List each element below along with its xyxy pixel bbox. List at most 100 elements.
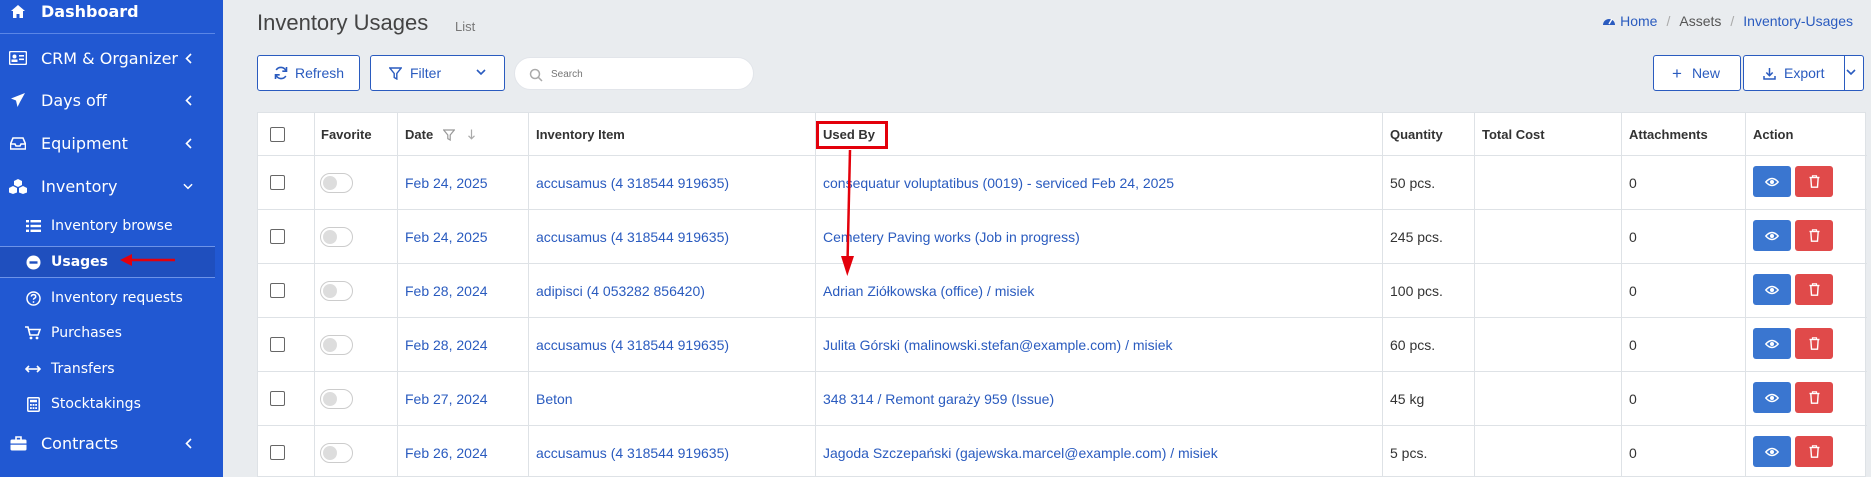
sidebar-subitem-label: Inventory browse — [51, 218, 173, 234]
delete-button[interactable] — [1795, 166, 1833, 197]
row-date[interactable]: Feb 26, 2024 — [405, 426, 488, 477]
sidebar-item-inventory[interactable]: Inventory — [0, 166, 215, 206]
sidebar-item-dashboard[interactable]: Dashboard — [0, 0, 215, 28]
sidebar-item-equipment[interactable]: Equipment — [0, 123, 215, 163]
favorite-toggle[interactable] — [320, 227, 353, 247]
trash-icon — [1809, 337, 1820, 350]
question-circle-icon — [24, 289, 42, 307]
column-header-total-cost[interactable]: Total Cost — [1482, 113, 1545, 156]
favorite-toggle[interactable] — [320, 335, 353, 355]
row-checkbox[interactable] — [270, 175, 285, 190]
row-checkbox[interactable] — [270, 337, 285, 352]
eye-icon — [1765, 231, 1779, 241]
sidebar-divider — [0, 33, 215, 34]
column-header-date[interactable]: Date — [405, 113, 476, 156]
column-header-favorite[interactable]: Favorite — [321, 113, 372, 156]
breadcrumb: Home / Assets / Inventory-Usages — [1602, 13, 1853, 29]
row-checkbox[interactable] — [270, 229, 285, 244]
sidebar-item-days-off[interactable]: Days off — [0, 80, 215, 120]
row-quantity: 45 kg — [1390, 391, 1425, 407]
breadcrumb-inventory-usages[interactable]: Inventory-Usages — [1743, 13, 1853, 29]
row-inventory-item[interactable]: accusamus (4 318544 919635) — [536, 426, 729, 477]
refresh-button[interactable]: Refresh — [257, 55, 360, 91]
row-checkbox[interactable] — [270, 391, 285, 406]
row-quantity: 245 pcs. — [1390, 229, 1443, 245]
row-used-by[interactable]: Julita Górski (malinowski.stefan@example… — [823, 318, 1173, 372]
row-used-by[interactable]: 348 314 / Remont garaży 959 (Issue) — [823, 372, 1054, 426]
favorite-toggle[interactable] — [320, 389, 353, 409]
calculator-icon — [24, 395, 42, 413]
export-button[interactable]: Export — [1743, 55, 1864, 91]
view-button[interactable] — [1753, 220, 1791, 251]
sidebar-item-label: Dashboard — [41, 1, 139, 21]
row-inventory-item[interactable]: accusamus (4 318544 919635) — [536, 210, 729, 264]
filter-icon[interactable] — [443, 128, 456, 141]
select-all-checkbox[interactable] — [270, 127, 285, 142]
sort-down-icon[interactable] — [467, 129, 476, 140]
export-button-label: Export — [1784, 65, 1825, 81]
view-button[interactable] — [1753, 382, 1791, 413]
delete-button[interactable] — [1795, 328, 1833, 359]
sidebar-item-label: Contracts — [41, 433, 119, 453]
search-box[interactable] — [514, 57, 754, 90]
table-row: Feb 24, 2025 accusamus (4 318544 919635) c… — [258, 156, 1867, 210]
view-button[interactable] — [1753, 166, 1791, 197]
sidebar-item-label: Days off — [41, 90, 107, 110]
delete-button[interactable] — [1795, 436, 1833, 467]
new-button[interactable]: + New — [1653, 55, 1741, 91]
view-button[interactable] — [1753, 274, 1791, 305]
annotation-arrow-used-by — [841, 150, 854, 276]
sidebar-item-contracts[interactable]: Contracts — [0, 423, 215, 463]
row-date[interactable]: Feb 24, 2025 — [405, 210, 488, 264]
row-checkbox[interactable] — [270, 283, 285, 298]
sidebar-subitem-inventory-browse[interactable]: Inventory browse — [0, 210, 215, 242]
column-header-quantity[interactable]: Quantity — [1390, 113, 1443, 156]
sidebar-subitem-stocktakings[interactable]: Stocktakings — [0, 388, 215, 420]
table-row: Feb 24, 2025 accusamus (4 318544 919635) C… — [258, 210, 1867, 264]
favorite-toggle[interactable] — [320, 173, 353, 193]
sidebar-subitem-usages[interactable]: Usages — [0, 246, 215, 278]
sidebar-subitem-transfers[interactable]: Transfers — [0, 353, 215, 385]
row-inventory-item[interactable]: Beton — [536, 372, 573, 426]
view-button[interactable] — [1753, 328, 1791, 359]
filter-button[interactable]: Filter — [370, 55, 505, 91]
row-used-by[interactable]: consequatur voluptatibus (0019) - servic… — [823, 156, 1174, 210]
tray-icon — [8, 133, 28, 153]
row-date[interactable]: Feb 27, 2024 — [405, 372, 488, 426]
chevron-down-icon[interactable] — [1846, 69, 1856, 76]
trash-icon — [1809, 283, 1820, 296]
row-checkbox[interactable] — [270, 445, 285, 460]
filter-icon — [388, 66, 402, 80]
delete-button[interactable] — [1795, 382, 1833, 413]
delete-button[interactable] — [1795, 220, 1833, 251]
breadcrumb-home[interactable]: Home — [1620, 13, 1657, 29]
favorite-toggle[interactable] — [320, 281, 353, 301]
row-quantity: 5 pcs. — [1390, 445, 1428, 461]
delete-button[interactable] — [1795, 274, 1833, 305]
column-header-attachments[interactable]: Attachments — [1629, 113, 1708, 156]
search-icon — [529, 67, 543, 82]
row-date[interactable]: Feb 28, 2024 — [405, 318, 488, 372]
eye-icon — [1765, 393, 1779, 403]
row-date[interactable]: Feb 24, 2025 — [405, 156, 488, 210]
sidebar-subitem-purchases[interactable]: Purchases — [0, 317, 215, 349]
split-divider — [1844, 56, 1845, 90]
eye-icon — [1765, 447, 1779, 457]
row-date[interactable]: Feb 28, 2024 — [405, 264, 488, 318]
row-used-by[interactable]: Cemetery Paving works (Job in progress) — [823, 210, 1080, 264]
page-title: Inventory Usages — [257, 10, 429, 35]
favorite-toggle[interactable] — [320, 443, 353, 463]
row-used-by[interactable]: Jagoda Szczepański (gajewska.marcel@exam… — [823, 426, 1218, 477]
row-quantity: 100 pcs. — [1390, 283, 1443, 299]
view-button[interactable] — [1753, 436, 1791, 467]
row-inventory-item[interactable]: adipisci (4 053282 856420) — [536, 264, 705, 318]
search-input[interactable] — [551, 64, 741, 84]
table-header-row: Favorite Date Inventory Item Used By Qua… — [258, 113, 1867, 156]
sidebar-subitem-inventory-requests[interactable]: Inventory requests — [0, 282, 215, 314]
row-inventory-item[interactable]: accusamus (4 318544 919635) — [536, 318, 729, 372]
breadcrumb-assets[interactable]: Assets — [1679, 13, 1721, 29]
column-header-inventory-item[interactable]: Inventory Item — [536, 113, 625, 156]
row-inventory-item[interactable]: accusamus (4 318544 919635) — [536, 156, 729, 210]
sidebar-item-crm[interactable]: CRM & Organizer — [0, 38, 215, 78]
briefcase-icon — [8, 433, 28, 453]
